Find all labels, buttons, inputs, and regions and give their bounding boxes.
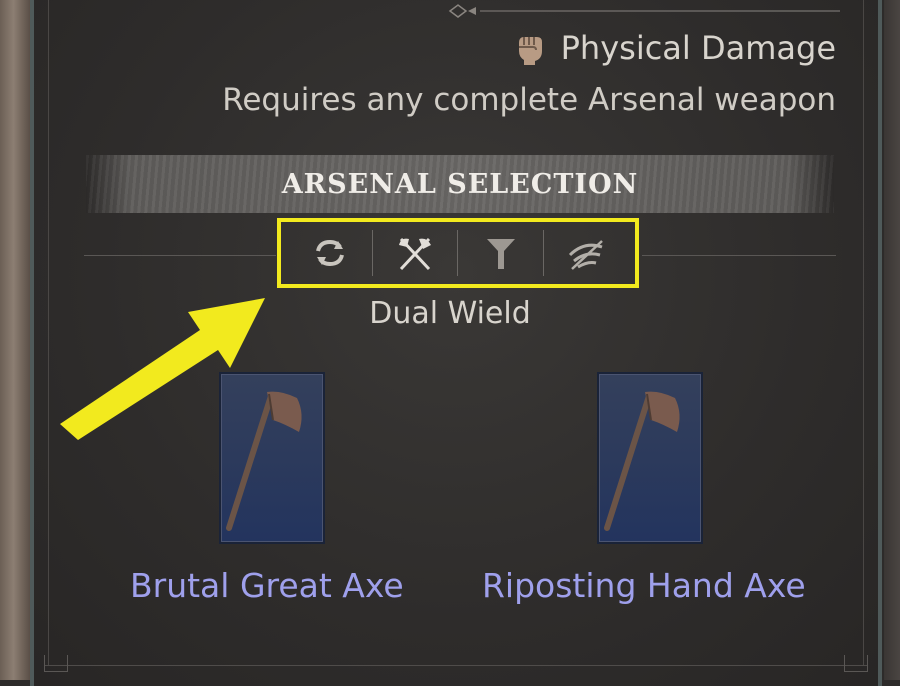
ornament-divider-icon <box>448 4 840 18</box>
bottom-frame-line <box>44 665 868 666</box>
weapon-name-brutal-great-axe[interactable]: Brutal Great Axe <box>130 566 404 605</box>
ranged-wave-icon <box>569 240 604 270</box>
arsenal-selection-banner: ARSENAL SELECTION <box>86 155 834 213</box>
frame-corner <box>844 655 868 672</box>
swap-icon <box>315 239 344 267</box>
stone-background-left <box>0 0 30 680</box>
damage-type-label: Physical Damage <box>560 29 836 67</box>
weapon-card-riposting-hand-axe[interactable] <box>597 372 703 544</box>
stone-background-right <box>884 0 900 680</box>
weapon-name-riposting-hand-axe[interactable]: Riposting Hand Axe <box>482 566 806 605</box>
filter-ranged-button[interactable] <box>551 227 621 279</box>
filter-separator <box>457 230 459 276</box>
selected-mode-label: Dual Wield <box>369 296 531 331</box>
filter-dual-wield-button[interactable] <box>380 227 450 279</box>
funnel-icon <box>486 239 515 269</box>
divider-right <box>642 255 836 256</box>
requirement-text: Requires any complete Arsenal weapon <box>222 82 836 118</box>
filter-separator <box>543 230 545 276</box>
arsenal-filter-bar <box>277 218 639 288</box>
damage-type-row: Physical Damage <box>513 26 836 70</box>
frame-corner <box>44 655 68 672</box>
great-axe-icon <box>226 391 302 531</box>
filter-funnel-button[interactable] <box>466 227 536 279</box>
fist-icon <box>518 37 542 65</box>
hand-axe-icon <box>604 391 680 531</box>
filter-separator <box>371 230 373 276</box>
crossed-axes-icon <box>399 237 432 271</box>
filter-swap-button[interactable] <box>295 227 365 279</box>
divider-left <box>84 255 276 256</box>
weapon-card-brutal-great-axe[interactable] <box>219 372 325 544</box>
arsenal-selection-title: ARSENAL SELECTION <box>281 168 639 200</box>
